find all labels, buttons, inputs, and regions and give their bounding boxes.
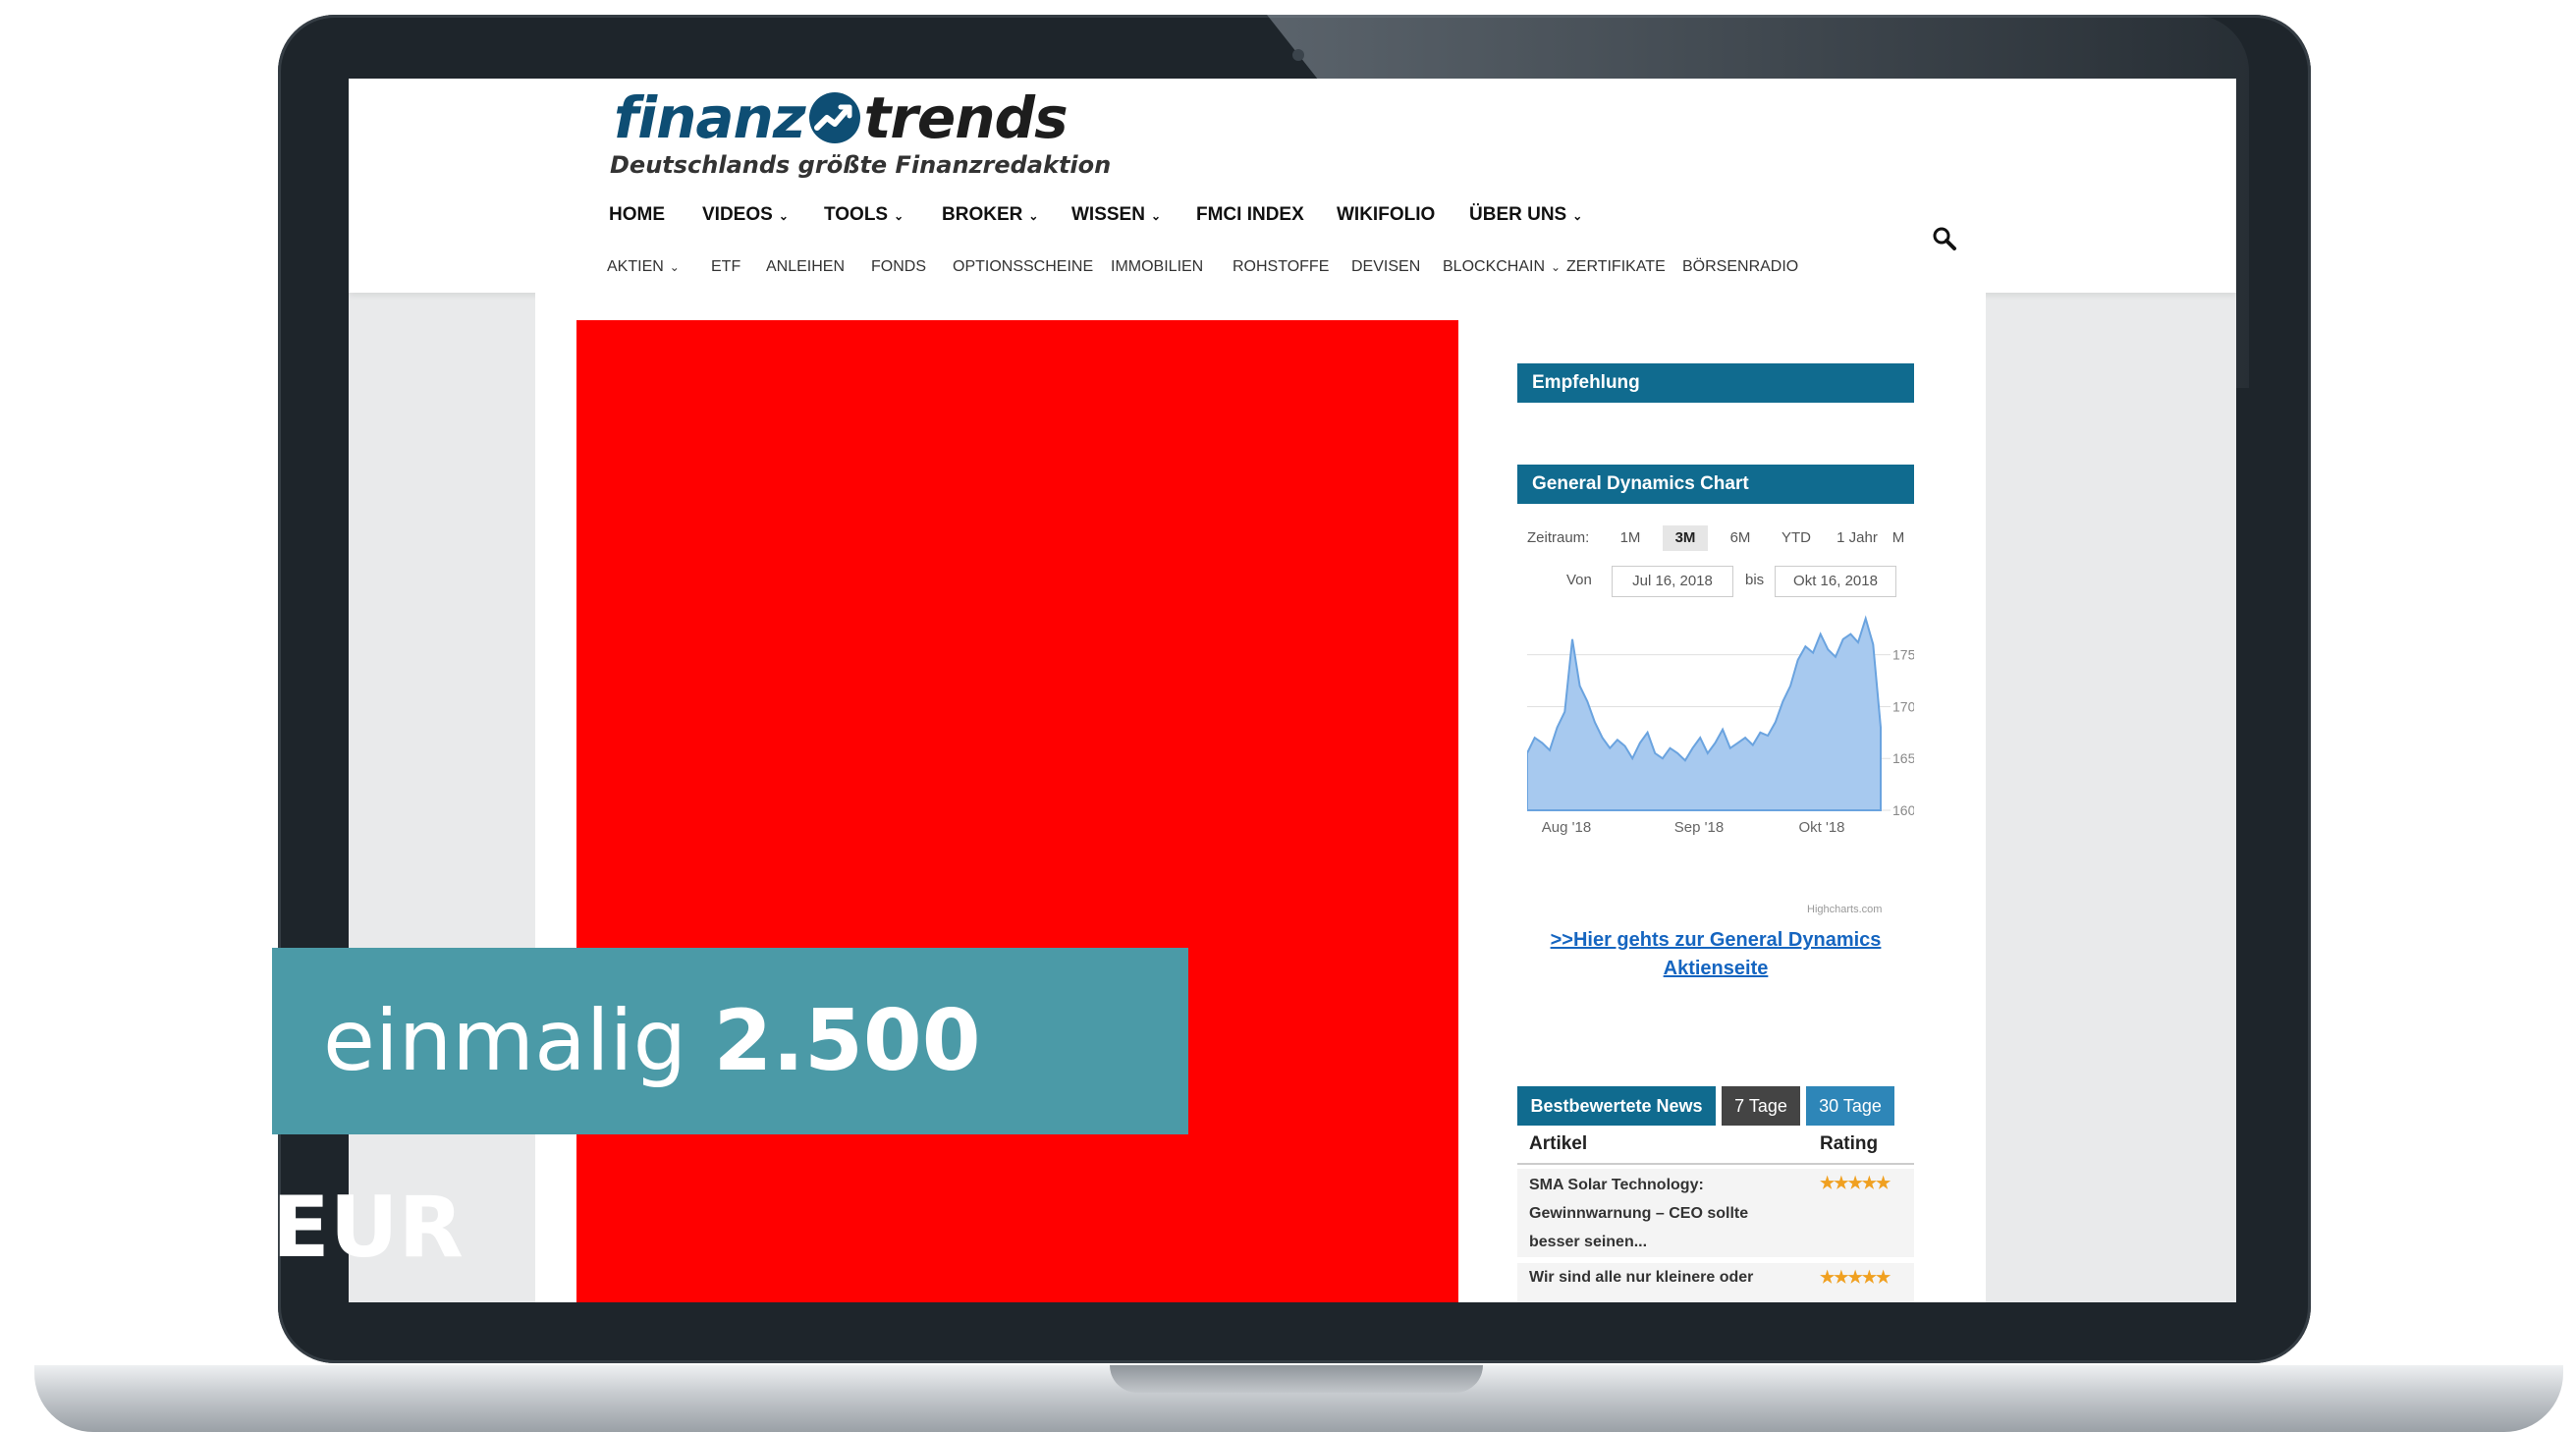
chevron-down-icon: ⌄ (778, 209, 789, 223)
range-1jahr-button[interactable]: 1 Jahr (1830, 525, 1885, 551)
x-tick-label: Aug '18 (1542, 819, 1591, 835)
subnav-label: AKTIEN (607, 258, 664, 275)
subnav-label: OPTIONSSCHEINE (953, 258, 1094, 275)
site-logo[interactable]: finanz trends (614, 84, 1069, 151)
subnav-aktien[interactable]: AKTIEN ⌄ (607, 258, 680, 276)
range-ytd-button[interactable]: YTD (1774, 525, 1819, 551)
subnav-label: ZERTIFIKATE (1566, 258, 1666, 275)
subnav-label: FONDS (871, 258, 926, 275)
subnav-label: IMMOBILIEN (1111, 258, 1204, 275)
price-chart: 160 165 170 175 Aug '18 Sep '18 Okt '18 (1527, 615, 1914, 835)
nav-label: BROKER (942, 204, 1023, 225)
subnav-label: ETF (711, 258, 741, 275)
nav-wissen[interactable]: WISSEN ⌄ (1071, 204, 1161, 226)
subnav-etf[interactable]: ETF (711, 258, 740, 276)
subnav-fonds[interactable]: FONDS (871, 258, 926, 276)
x-tick-label: Okt '18 (1798, 819, 1844, 835)
range-1m-button[interactable]: 1M (1608, 525, 1653, 551)
y-tick-label: 160 (1892, 802, 1914, 818)
chevron-down-icon: ⌄ (1572, 209, 1583, 223)
stock-page-link[interactable]: >>Hier gehts zur General Dynamics Aktien… (1517, 926, 1914, 983)
nav-label: WISSEN (1071, 204, 1145, 225)
rating-stars: ★★★★★ (1820, 1268, 1891, 1287)
laptop-notch (1110, 1365, 1483, 1393)
nav-broker[interactable]: BROKER ⌄ (942, 204, 1038, 226)
nav-label: TOOLS (824, 204, 889, 225)
banner-prefix: einmalig (323, 992, 687, 1090)
range-6m-button[interactable]: 6M (1718, 525, 1763, 551)
ad-placeholder (576, 320, 1458, 1302)
chart-credit: Highcharts.com (1807, 904, 1883, 915)
y-tick-label: 175 (1892, 647, 1914, 663)
zeitraum-label: Zeitraum: (1527, 529, 1590, 546)
subnav-rohstoffe[interactable]: ROHSTOFFE (1233, 258, 1329, 276)
subnav-zertifikate[interactable]: ZERTIFIKATE (1566, 258, 1666, 276)
subnav-blockchain[interactable]: BLOCKCHAIN ⌄ (1443, 258, 1561, 276)
subnav-label: DEVISEN (1351, 258, 1421, 275)
camera-icon (1292, 49, 1304, 61)
nav-home[interactable]: HOME (609, 204, 665, 226)
news-title[interactable]: Wir sind alle nur kleinere oder (1529, 1263, 1794, 1292)
col-rating: Rating (1820, 1133, 1879, 1154)
price-area-series (1527, 615, 1882, 811)
subnav-optionsscheine[interactable]: OPTIONSSCHEINE (953, 258, 1093, 276)
chevron-down-icon: ⌄ (1150, 209, 1162, 223)
subnav-immobilien[interactable]: IMMOBILIEN (1111, 258, 1203, 276)
news-row[interactable]: SMA Solar Technology: Gewinnwarnung – CE… (1517, 1169, 1914, 1257)
tab-7-tage[interactable]: 7 Tage (1722, 1086, 1800, 1126)
nav-label: FMCI INDEX (1196, 204, 1304, 225)
nav-label: VIDEOS (702, 204, 773, 225)
price-banner: einmalig 2.500 EUR (272, 948, 1188, 1277)
chevron-down-icon: ⌄ (1028, 209, 1039, 223)
nav-label: ÜBER UNS (1469, 204, 1567, 225)
subnav-label: BÖRSENRADIO (1682, 258, 1799, 275)
chevron-down-icon: ⌄ (1551, 260, 1562, 274)
rating-stars: ★★★★★ (1820, 1174, 1891, 1192)
tab-30-tage[interactable]: 30 Tage (1806, 1086, 1894, 1126)
von-label: Von (1566, 572, 1592, 588)
logo-text-1: finanz (614, 84, 806, 151)
nav-videos[interactable]: VIDEOS ⌄ (702, 204, 789, 226)
news-title-tab: Bestbewertete News (1517, 1086, 1716, 1126)
news-title[interactable]: SMA Solar Technology: Gewinnwarnung – CE… (1529, 1171, 1765, 1256)
nav-ueber-uns[interactable]: ÜBER UNS ⌄ (1469, 204, 1582, 226)
nav-fmci-index[interactable]: FMCI INDEX (1196, 204, 1304, 226)
subnav-boersenradio[interactable]: BÖRSENRADIO (1682, 258, 1798, 276)
date-from-input[interactable]: Jul 16, 2018 (1612, 566, 1733, 597)
subnav-label: ROHSTOFFE (1233, 258, 1330, 275)
col-artikel: Artikel (1529, 1133, 1588, 1154)
search-icon[interactable] (1932, 226, 1957, 251)
y-tick-label: 170 (1892, 698, 1914, 714)
subnav-anleihen[interactable]: ANLEIHEN (766, 258, 845, 276)
chevron-down-icon: ⌄ (669, 260, 680, 274)
site-header: finanz trends Deutschlands größte Finanzr… (349, 79, 2236, 293)
nav-label: HOME (609, 204, 665, 225)
logo-text-2: trends (863, 84, 1069, 151)
site-tagline: Deutschlands größte Finanzredaktion (610, 151, 1112, 179)
date-to-input[interactable]: Okt 16, 2018 (1775, 566, 1896, 597)
range-max-button[interactable]: M (1887, 525, 1910, 551)
nav-wikifolio[interactable]: WIKIFOLIO (1337, 204, 1435, 226)
chart-widget-header: General Dynamics Chart (1517, 465, 1914, 504)
subnav-label: BLOCKCHAIN (1443, 258, 1546, 275)
range-3m-button[interactable]: 3M (1663, 525, 1708, 551)
chart-arrow-icon (808, 92, 860, 143)
y-tick-label: 165 (1892, 750, 1914, 766)
news-table-header: Artikel Rating (1517, 1129, 1914, 1165)
nav-tools[interactable]: TOOLS ⌄ (824, 204, 904, 226)
news-row[interactable]: Wir sind alle nur kleinere oder ★★★★★ (1517, 1263, 1914, 1302)
nav-label: WIKIFOLIO (1337, 204, 1436, 225)
subnav-devisen[interactable]: DEVISEN (1351, 258, 1420, 276)
chevron-down-icon: ⌄ (894, 209, 904, 223)
x-tick-label: Sep '18 (1674, 819, 1724, 835)
subnav-label: ANLEIHEN (766, 258, 846, 275)
empfehlung-header: Empfehlung (1517, 363, 1914, 403)
bis-label: bis (1745, 572, 1765, 588)
